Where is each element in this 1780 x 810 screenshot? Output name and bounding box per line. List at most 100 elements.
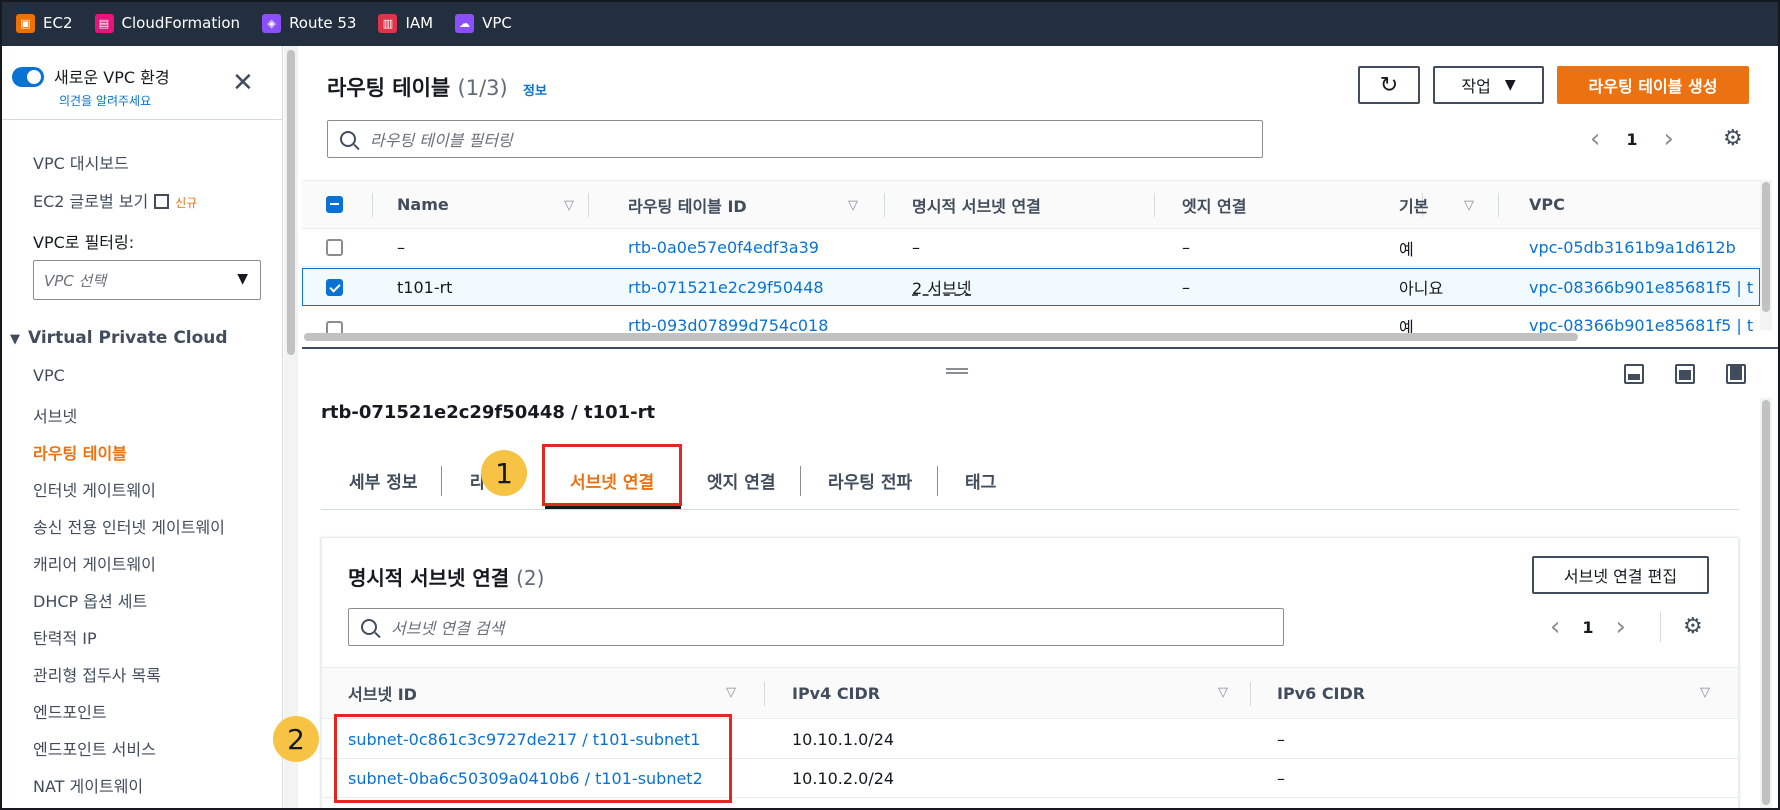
vpc-link[interactable]: vpc-08366b901e85681f5 | t	[1529, 307, 1753, 335]
iam-icon: ▥	[378, 13, 398, 33]
sidebar-item-vpc[interactable]: VPC	[33, 366, 65, 385]
chevron-left-icon[interactable]: ‹	[1590, 124, 1600, 154]
column-header-edge[interactable]: 엣지 연결	[1182, 181, 1246, 228]
layout-bottom-icon[interactable]	[1624, 364, 1644, 384]
close-icon[interactable]: ✕	[232, 68, 254, 98]
page-number[interactable]: 1	[1582, 618, 1593, 637]
section-vpc[interactable]: ▼ Virtual Private Cloud	[10, 328, 228, 348]
layout-split-icon[interactable]	[1675, 364, 1695, 384]
table-row[interactable]: rtb-093d07899d754c018 예 vpc-08366b901e85…	[302, 307, 1760, 335]
gear-icon[interactable]: ⚙	[1723, 126, 1743, 151]
sort-icon[interactable]: ▽	[564, 198, 574, 213]
row-checkbox[interactable]	[326, 278, 343, 296]
vpc-filter-select[interactable]: VPC 선택 ▼	[33, 260, 261, 300]
drag-handle-icon[interactable]	[946, 368, 968, 374]
actions-button[interactable]: 작업 ▼	[1433, 66, 1544, 104]
sort-icon[interactable]: ▽	[848, 198, 858, 213]
info-link[interactable]: 정보	[523, 84, 547, 99]
scroll-thumb[interactable]	[1762, 400, 1770, 805]
chevron-left-icon[interactable]: ‹	[1550, 612, 1560, 642]
sidebar-scroll-thumb[interactable]	[287, 50, 295, 355]
column-header-vpc[interactable]: VPC	[1529, 181, 1565, 228]
chevron-right-icon[interactable]: ›	[1664, 124, 1674, 154]
tab-edge-associations[interactable]: 엣지 연결	[707, 450, 775, 510]
page-number[interactable]: 1	[1626, 130, 1637, 149]
sidebar-item-dhcp-options[interactable]: DHCP 옵션 세트	[33, 588, 147, 612]
route-table-id-link[interactable]: rtb-093d07899d754c018	[628, 307, 828, 335]
route-table-id-link[interactable]: rtb-0a0e57e0f4edf3a39	[628, 229, 819, 266]
column-header-id[interactable]: 라우팅 테이블 ID	[628, 181, 747, 228]
route-table-search-input[interactable]: 라우팅 테이블 필터링	[327, 120, 1263, 158]
detail-title: rtb-071521e2c29f50448 / t101-rt	[321, 402, 656, 423]
new-vpc-toggle[interactable]	[12, 67, 44, 87]
feedback-link[interactable]: 의견을 알려주세요	[59, 92, 151, 109]
step-badge-1: 1	[481, 450, 527, 496]
page-title: 라우팅 테이블 (1/3) 정보	[327, 72, 547, 102]
edit-subnet-associations-button[interactable]: 서브넷 연결 편집	[1532, 556, 1709, 594]
column-header-subnet-id[interactable]: 서브넷 ID	[348, 668, 417, 718]
scroll-thumb[interactable]	[1762, 182, 1770, 312]
detail-vertical-scrollbar[interactable]	[1760, 398, 1772, 810]
sidebar-item-carrier-gateways[interactable]: 캐리어 게이트웨이	[33, 551, 156, 575]
route-table-id-link[interactable]: rtb-071521e2c29f50448	[628, 269, 824, 305]
service-route53[interactable]: ◈ Route 53	[262, 13, 356, 33]
row-subnets[interactable]: 2 서브넷	[912, 269, 971, 305]
vpc-filter-placeholder: VPC 선택	[44, 272, 107, 290]
sort-icon[interactable]: ▽	[1700, 685, 1710, 700]
sort-icon[interactable]: ▽	[1464, 198, 1474, 213]
create-route-table-button[interactable]: 라우팅 테이블 생성	[1557, 66, 1749, 104]
ipv6-cidr: –	[1277, 730, 1285, 749]
service-vpc[interactable]: ☁ VPC	[455, 13, 512, 33]
sidebar-item-subnets[interactable]: 서브넷	[33, 403, 77, 427]
table-horizontal-scrollbar[interactable]	[304, 333, 1578, 341]
search-placeholder: 라우팅 테이블 필터링	[370, 131, 513, 150]
row-main: 아니요	[1399, 279, 1444, 298]
sidebar-item-egress-only-gateways[interactable]: 송신 전용 인터넷 게이트웨이	[33, 514, 225, 538]
sort-icon[interactable]: ▽	[726, 685, 736, 700]
table-row[interactable]: – rtb-0a0e57e0f4edf3a39 – – 예 vpc-05db31…	[302, 229, 1760, 267]
sidebar-item-prefix-lists[interactable]: 관리형 접두사 목록	[33, 662, 161, 686]
sidebar-item-endpoint-services[interactable]: 엔드포인트 서비스	[33, 736, 156, 760]
service-ec2[interactable]: ▣ EC2	[16, 13, 73, 33]
row-checkbox[interactable]	[326, 239, 343, 256]
table-header-row: Name ▽ 라우팅 테이블 ID ▽ 명시적 서브넷 연결 엣지 연결 기본 …	[302, 181, 1760, 229]
sidebar-item-elastic-ips[interactable]: 탄력적 IP	[33, 625, 97, 649]
sidebar-item-dashboard[interactable]: VPC 대시보드	[33, 150, 129, 174]
route-table-list: Name ▽ 라우팅 테이블 ID ▽ 명시적 서브넷 연결 엣지 연결 기본 …	[302, 180, 1760, 335]
sidebar-item-global-view[interactable]: EC2 글로벌 보기 신규	[33, 188, 197, 212]
tab-route-propagation[interactable]: 라우팅 전파	[828, 450, 912, 510]
external-link-icon	[154, 194, 170, 209]
subnet-search-input[interactable]: 서브넷 연결 검색	[348, 608, 1284, 646]
subnet-pagination: ‹ 1 ›	[1550, 612, 1626, 642]
service-iam[interactable]: ▥ IAM	[378, 13, 433, 33]
column-header-main[interactable]: 기본	[1399, 181, 1428, 228]
table-row-selected[interactable]: t101-rt rtb-071521e2c29f50448 2 서브넷 – 아니…	[302, 268, 1760, 306]
tab-details[interactable]: 세부 정보	[349, 450, 417, 510]
service-cloudformation[interactable]: ▤ CloudFormation	[94, 13, 240, 33]
layout-full-icon[interactable]	[1726, 364, 1746, 384]
vpc-link[interactable]: vpc-05db3161b9a1d612b	[1529, 229, 1736, 266]
sidebar-item-endpoints[interactable]: 엔드포인트	[33, 699, 107, 723]
refresh-button[interactable]: ↻	[1358, 66, 1420, 104]
column-header-name[interactable]: Name	[397, 181, 449, 228]
vpc-link[interactable]: vpc-08366b901e85681f5 | t	[1529, 269, 1753, 305]
new-badge: 신규	[175, 196, 198, 210]
column-header-explicit-subnets[interactable]: 명시적 서브넷 연결	[912, 181, 1041, 228]
sidebar-scrollbar[interactable]	[284, 46, 298, 810]
gear-icon[interactable]: ⚙	[1683, 614, 1703, 639]
vpc-filter-label: VPC로 필터링:	[33, 233, 135, 252]
column-header-ipv6[interactable]: IPv6 CIDR	[1277, 668, 1365, 718]
global-view-label: EC2 글로벌 보기	[33, 192, 149, 211]
service-bar: ▣ EC2 ▤ CloudFormation ◈ Route 53 ▥ IAM ☁ VPC	[0, 0, 1780, 46]
tab-tags[interactable]: 태그	[965, 450, 996, 510]
sidebar-item-route-tables[interactable]: 라우팅 테이블	[33, 440, 127, 464]
sort-icon[interactable]: ▽	[1218, 685, 1228, 700]
select-all-checkbox[interactable]	[326, 196, 343, 213]
chevron-right-icon[interactable]: ›	[1616, 612, 1626, 642]
route53-icon: ◈	[262, 13, 282, 33]
column-header-ipv4[interactable]: IPv4 CIDR	[792, 668, 880, 718]
sidebar-item-nat-gateways[interactable]: NAT 게이트웨이	[33, 773, 143, 797]
ec2-icon: ▣	[16, 13, 35, 33]
sidebar-item-internet-gateways[interactable]: 인터넷 게이트웨이	[33, 477, 156, 501]
table-vertical-scrollbar[interactable]	[1760, 180, 1772, 330]
